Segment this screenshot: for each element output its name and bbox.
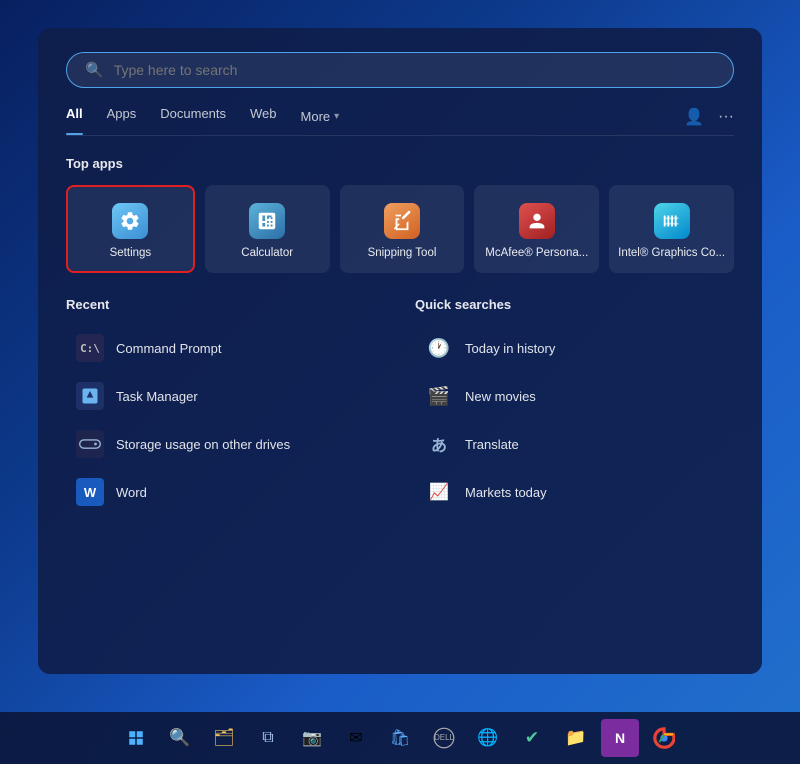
recent-item-taskmanager[interactable]: Task Manager [66,374,385,418]
recent-item-cmd[interactable]: C:\ Command Prompt [66,326,385,370]
svg-text:DELL: DELL [434,733,454,742]
calculator-label: Calculator [241,247,293,259]
taskbar-files[interactable]: 🗂 [205,719,243,757]
tab-apps[interactable]: Apps [107,106,137,127]
app-tile-settings[interactable]: Settings [66,185,195,273]
storage-label: Storage usage on other drives [116,437,290,452]
taskbar-todo[interactable]: ✔ [513,719,551,757]
taskbar-search[interactable]: 🔍 [161,719,199,757]
tab-more[interactable]: More ▾ [301,109,340,124]
ellipsis-icon[interactable]: ··· [718,108,734,126]
quick-item-translate[interactable]: あ Translate [415,422,734,466]
start-menu: 🔍 All Apps Documents Web More ▾ 👤 ··· To… [38,28,762,674]
markets-icon: 📈 [425,478,453,506]
mcafee-icon [519,203,555,239]
search-input[interactable] [114,62,715,78]
movies-icon: 🎬 [425,382,453,410]
settings-label: Settings [110,247,152,259]
quick-searches-section: Quick searches 🕐 Today in history 🎬 New … [415,297,734,514]
taskbar: 🔍 🗂 ⧉ 📷 ✉ 🛍 DELL 🌐 ✔ 📁 N [0,712,800,764]
cmd-icon: C:\ [76,334,104,362]
recent-item-storage[interactable]: Storage usage on other drives [66,422,385,466]
translate-icon: あ [425,430,453,458]
taskbar-edge[interactable]: 🌐 [469,719,507,757]
word-icon: W [76,478,104,506]
taskbar-folder[interactable]: 📁 [557,719,595,757]
intel-label: Intel® Graphics Co... [618,247,725,259]
tab-web[interactable]: Web [250,106,277,127]
recent-title: Recent [66,297,385,312]
history-label: Today in history [465,341,555,356]
recent-list: C:\ Command Prompt Task Manager [66,326,385,514]
settings-icon [112,203,148,239]
taskbar-taskview[interactable]: ⧉ [249,719,287,757]
taskbar-dell[interactable]: DELL [425,719,463,757]
app-tile-intel[interactable]: Intel® Graphics Co... [609,185,734,273]
history-icon: 🕐 [425,334,453,362]
chevron-down-icon: ▾ [334,111,339,122]
taskbar-chrome[interactable] [645,719,683,757]
account-icon[interactable]: 👤 [684,107,704,127]
recent-item-word[interactable]: W Word [66,470,385,514]
task-manager-icon [76,382,104,410]
mcafee-label: McAfee® Persona... [485,247,588,259]
cmd-label: Command Prompt [116,341,221,356]
app-tile-snipping[interactable]: Snipping Tool [340,185,465,273]
taskbar-store[interactable]: 🛍 [381,719,419,757]
intel-icon [654,203,690,239]
taskmanager-label: Task Manager [116,389,198,404]
quick-item-movies[interactable]: 🎬 New movies [415,374,734,418]
app-tile-mcafee[interactable]: McAfee® Persona... [474,185,599,273]
taskbar-onenote[interactable]: N [601,719,639,757]
tab-all[interactable]: All [66,106,83,127]
quick-searches-title: Quick searches [415,297,734,312]
top-apps-grid: Settings Calculator Snipping Tool [66,185,734,273]
taskbar-mail[interactable]: ✉ [337,719,375,757]
snipping-icon [384,203,420,239]
calculator-icon [249,203,285,239]
taskbar-camera[interactable]: 📷 [293,719,331,757]
word-label: Word [116,485,147,500]
search-icon: 🔍 [85,61,104,79]
nav-right-icons: 👤 ··· [684,107,734,127]
storage-icon [76,430,104,458]
movies-label: New movies [465,389,536,404]
tab-documents[interactable]: Documents [160,106,226,127]
quick-item-markets[interactable]: 📈 Markets today [415,470,734,514]
snipping-label: Snipping Tool [368,247,437,259]
quick-list: 🕐 Today in history 🎬 New movies あ Transl… [415,326,734,514]
top-apps-title: Top apps [66,156,734,171]
quick-item-history[interactable]: 🕐 Today in history [415,326,734,370]
markets-label: Markets today [465,485,547,500]
bottom-section: Recent C:\ Command Prompt Task Manager [66,297,734,514]
recent-section: Recent C:\ Command Prompt Task Manager [66,297,385,514]
translate-label: Translate [465,437,519,452]
app-tile-calculator[interactable]: Calculator [205,185,330,273]
top-apps-section: Top apps Settings Calculator [66,156,734,273]
search-bar[interactable]: 🔍 [66,52,734,88]
nav-tabs: All Apps Documents Web More ▾ 👤 ··· [66,106,734,136]
taskbar-windows[interactable] [117,719,155,757]
